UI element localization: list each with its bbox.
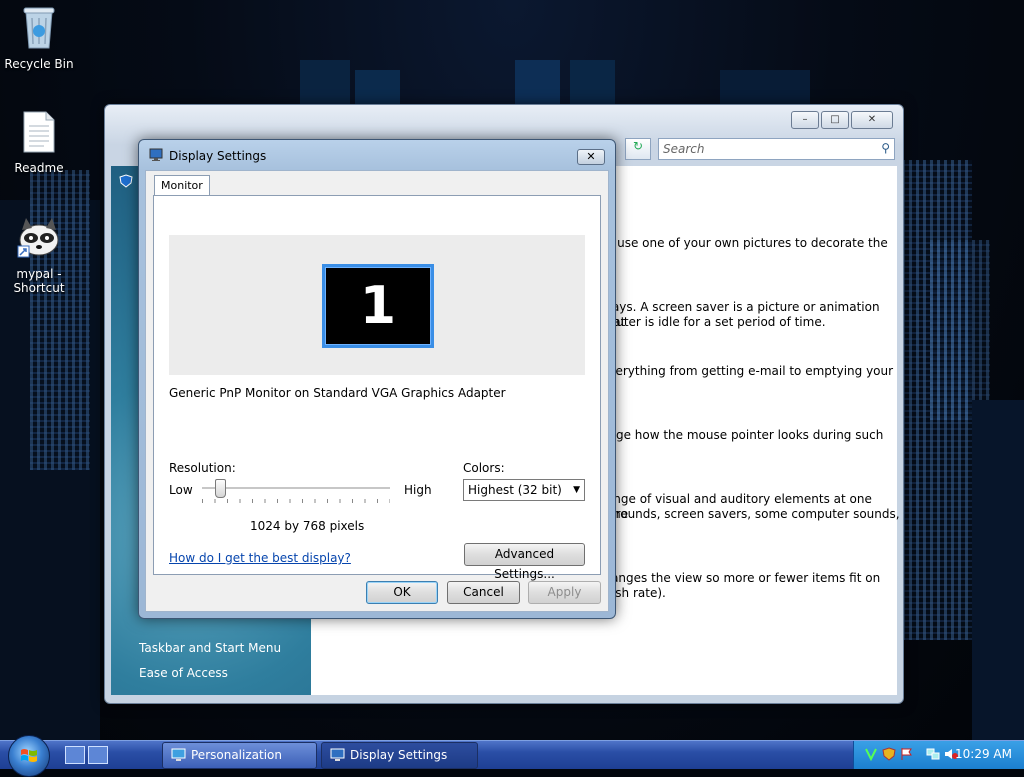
content-text: nputer is idle for a set period of time. (601, 315, 826, 329)
desktop-icon-label-line1: mypal - (16, 267, 62, 281)
content-text: everything from getting e-mail to emptyi… (601, 364, 894, 378)
action-center-flag-icon[interactable] (900, 747, 914, 761)
safely-remove-hardware-icon[interactable] (864, 747, 878, 761)
minimize-button[interactable]: – (791, 111, 819, 129)
start-button[interactable] (8, 735, 50, 777)
recycle-bin-icon (23, 7, 55, 49)
content-text: ange how the mouse pointer looks during … (601, 428, 884, 442)
display-settings-icon (149, 148, 163, 161)
sidebar-link-taskbar[interactable]: Taskbar and Start Menu (139, 641, 281, 655)
display-settings-dialog[interactable]: Display Settings ✕ Monitor 1 Generic PnP… (138, 139, 616, 619)
ok-button[interactable]: OK (366, 581, 438, 604)
resolution-high-label: High (404, 483, 432, 497)
advanced-settings-button[interactable]: Advanced Settings... (464, 543, 585, 581)
dialog-body: Monitor 1 Generic PnP Monitor on Standar… (145, 170, 609, 612)
slider-ticks (202, 499, 390, 503)
taskbar: Personalization Display Settings 10:29 A… (0, 735, 1024, 777)
monitor-tab-panel: 1 Generic PnP Monitor on Standard VGA Gr… (153, 195, 601, 581)
close-icon: ✕ (586, 150, 596, 163)
resolution-label: Resolution: (169, 461, 236, 475)
task-label: Display Settings (350, 748, 448, 762)
desktop-icon-label: Recycle Bin (4, 57, 74, 71)
search-placeholder: Search (663, 142, 705, 156)
refresh-button[interactable]: ↻ (625, 138, 651, 160)
taskbar-button-personalization[interactable]: Personalization (162, 742, 317, 769)
colors-select-value: Highest (32 bit) (468, 483, 562, 497)
personalization-icon (171, 748, 186, 761)
network-icon[interactable] (926, 747, 940, 761)
desktop-icon-mypal-shortcut[interactable]: mypal - Shortcut (1, 214, 77, 295)
sidebar-link-ease-of-access[interactable]: Ease of Access (139, 666, 228, 680)
desktop-icon-recycle-bin[interactable]: Recycle Bin (1, 4, 77, 71)
dialog-title: Display Settings (169, 149, 267, 163)
window-controls: – □ ✕ (791, 111, 893, 129)
task-label: Personalization (191, 748, 282, 762)
desktop-icon-label-line2: Shortcut (13, 281, 65, 295)
cancel-button[interactable]: Cancel (447, 581, 520, 604)
close-button[interactable]: ✕ (851, 111, 893, 129)
search-input[interactable]: Search ⚲ (658, 138, 895, 160)
colors-select[interactable]: Highest (32 bit) ▼ (463, 479, 585, 501)
taskbar-button-display-settings[interactable]: Display Settings (321, 742, 478, 769)
content-text: or use one of your own pictures to decor… (601, 236, 888, 250)
refresh-icon: ↻ (632, 139, 644, 153)
resolution-slider[interactable] (202, 487, 390, 490)
content-text: kgrounds, screen savers, some computer s… (601, 507, 900, 521)
search-icon[interactable]: ⚲ (881, 141, 890, 155)
desktop-icon-label: Readme (14, 161, 64, 175)
chevron-down-icon: ▼ (573, 485, 580, 495)
desktop-icon-readme[interactable]: Readme (1, 110, 77, 175)
best-display-help-link[interactable]: How do I get the best display? (169, 551, 351, 565)
clock[interactable]: 10:29 AM (955, 747, 1012, 761)
display-settings-icon (330, 748, 345, 761)
security-shield-icon[interactable] (882, 747, 896, 761)
text-document-icon (23, 111, 55, 153)
resolution-value: 1024 by 768 pixels (250, 519, 365, 533)
switch-windows-icon[interactable] (88, 746, 108, 764)
monitor-name: Generic PnP Monitor on Standard VGA Grap… (169, 386, 506, 400)
apply-button[interactable]: Apply (528, 581, 601, 604)
shield-icon (119, 174, 133, 188)
colors-label: Colors: (463, 461, 505, 475)
resolution-low-label: Low (169, 483, 193, 497)
windows-logo-icon (21, 749, 37, 762)
monitor-1-tile[interactable]: 1 (322, 264, 434, 348)
show-desktop-icon[interactable] (65, 746, 85, 764)
dialog-close-button[interactable]: ✕ (577, 149, 605, 165)
monitor-arrangement-area: 1 (169, 235, 585, 375)
maximize-button[interactable]: □ (821, 111, 849, 129)
notification-area: 10:29 AM (853, 741, 1024, 769)
raccoon-icon (17, 218, 59, 258)
resolution-slider-thumb[interactable] (215, 479, 227, 498)
